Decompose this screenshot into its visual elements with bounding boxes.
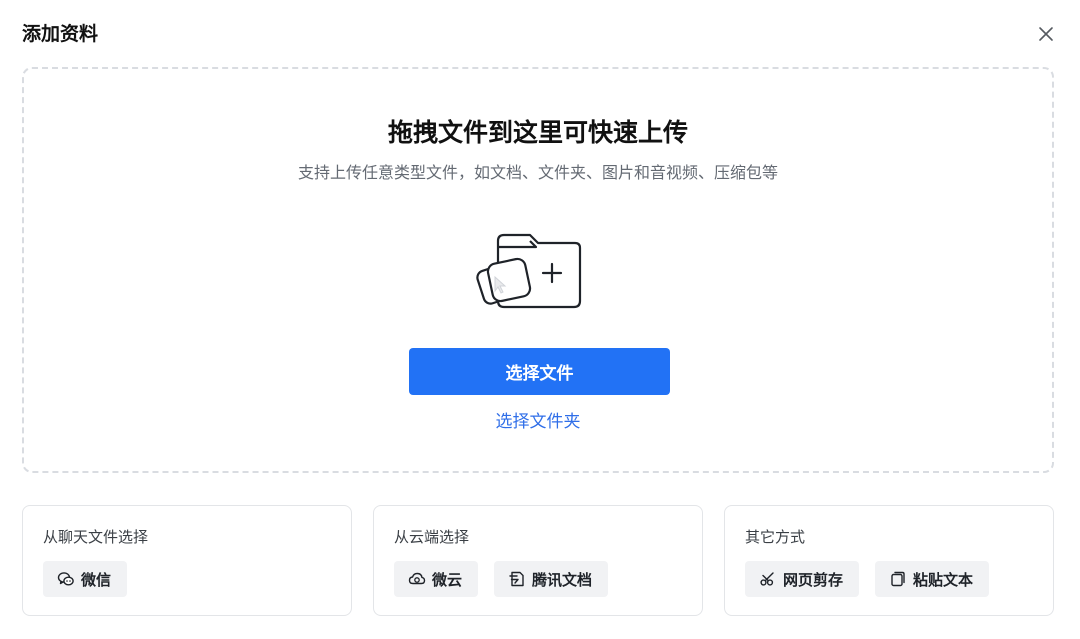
tencent-docs-button[interactable]: 腾讯文档 — [494, 561, 609, 597]
wechat-button[interactable]: 微信 — [43, 561, 128, 597]
chip-label: 网页剪存 — [783, 570, 844, 589]
source-card-other: 其它方式 网页剪存 粘贴文本 — [724, 505, 1054, 616]
source-card-cloud: 从云端选择 微云 腾讯文档 — [373, 505, 703, 616]
dropzone-title: 拖拽文件到这里可快速上传 — [387, 118, 688, 147]
card-title: 从云端选择 — [394, 528, 470, 546]
folder-upload-icon — [476, 233, 582, 309]
paste-icon — [891, 571, 905, 587]
dialog-title: 添加资料 — [22, 23, 99, 45]
select-file-button[interactable]: 选择文件 — [409, 348, 670, 395]
scissors-icon — [760, 572, 774, 586]
tencent-docs-icon — [509, 571, 524, 587]
dialog-header: 添加资料 — [22, 18, 1058, 50]
card-title: 其它方式 — [745, 528, 806, 546]
wechat-icon — [57, 572, 74, 586]
cloud-icon — [408, 572, 426, 585]
source-card-chat: 从聊天文件选择 微信 — [22, 505, 352, 616]
weiyun-button[interactable]: 微云 — [394, 561, 479, 597]
upload-dropzone[interactable]: 拖拽文件到这里可快速上传 支持上传任意类型文件，如文档、文件夹、图片和音视频、压… — [22, 67, 1054, 473]
dropzone-subtitle: 支持上传任意类型文件，如文档、文件夹、图片和音视频、压缩包等 — [297, 163, 778, 182]
chip-label: 腾讯文档 — [532, 570, 593, 589]
chip-label: 微云 — [432, 570, 463, 589]
web-clip-button[interactable]: 网页剪存 — [745, 561, 860, 597]
chip-label: 微信 — [81, 570, 112, 589]
card-title: 从聊天文件选择 — [43, 528, 149, 546]
paste-text-button[interactable]: 粘贴文本 — [875, 561, 990, 597]
chip-label: 粘贴文本 — [913, 570, 974, 589]
select-folder-link[interactable]: 选择文件夹 — [24, 407, 1052, 432]
close-icon[interactable] — [1034, 22, 1058, 46]
